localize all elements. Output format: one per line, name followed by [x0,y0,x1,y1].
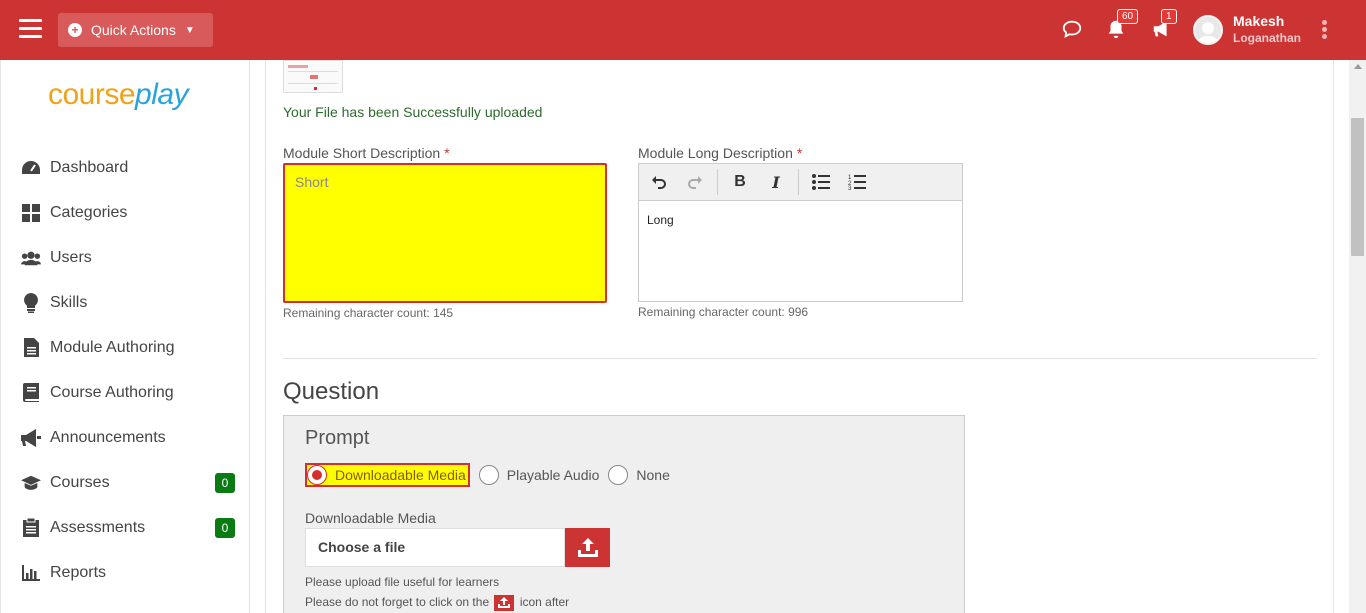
sidebar-item-label: Announcements [50,428,166,446]
radio-playable-audio[interactable]: Playable Audio [478,463,600,487]
short-description-textarea[interactable]: Short [283,163,607,303]
toolbar-divider [717,169,718,195]
scrollbar-thumb[interactable] [1351,118,1364,256]
quick-actions-label: Quick Actions [91,22,176,38]
italic-icon[interactable]: I [762,168,790,196]
downloadable-media-label: Downloadable Media [305,510,436,526]
bold-icon[interactable]: B [726,168,754,196]
sidebar-item-dashboard[interactable]: Dashboard [1,145,249,190]
sidebar-item-reports[interactable]: Reports [1,550,249,595]
sidebar-item-assessments[interactable]: Assessments 0 [1,505,249,550]
hamburger-menu-icon[interactable] [19,19,42,39]
numbered-list-icon[interactable]: 123 [843,168,871,196]
long-description-remaining: Remaining character count: 996 [638,305,809,319]
sidebar-item-label: Courses [50,473,110,491]
radio-label: None [636,467,670,483]
sidebar-item-label: Assessments [50,518,146,536]
sidebar-item-label: Module Authoring [50,338,175,356]
announcements-badge: 1 [1161,9,1177,24]
prompt-heading: Prompt [305,427,370,449]
bullet-list-icon[interactable] [807,168,835,196]
sidebar-item-label: Reports [50,563,107,581]
user-last-name[interactable]: Loganathan [1233,31,1301,45]
top-bar: + Quick Actions ▼ 60 1 Makesh Loganathan [0,0,1366,60]
svg-text:3: 3 [848,186,852,190]
lightbulb-icon [21,292,41,313]
short-description-remaining: Remaining character count: 145 [283,306,454,320]
courses-count-badge: 0 [215,473,235,493]
users-icon [21,248,41,268]
chevron-down-icon: ▼ [184,24,195,36]
sidebar-item-label: Users [50,248,92,266]
uploaded-file-thumbnail [283,60,343,93]
required-marker: * [444,145,450,161]
chat-icon[interactable] [1061,18,1085,42]
sidebar-nav: Dashboard Categories Users Skills Module… [1,145,249,595]
long-description-editor: B I 123 Long [638,163,963,302]
sidebar-item-module-authoring[interactable]: Module Authoring [1,325,249,370]
choose-file-input[interactable]: Choose a file [305,528,565,567]
clipboard-icon [21,518,41,538]
sidebar-item-course-authoring[interactable]: Course Authoring [1,370,249,415]
grid-icon [21,203,41,223]
file-icon [21,338,41,358]
radio-label: Playable Audio [506,467,600,483]
quick-actions-button[interactable]: + Quick Actions ▼ [58,13,213,47]
question-heading: Question [283,378,380,405]
radio-downloadable-media[interactable]: Downloadable Media [305,463,470,487]
long-description-content[interactable]: Long [639,201,962,239]
radio-button[interactable] [307,465,327,485]
editor-toolbar: B I 123 [639,164,962,201]
scrollbar[interactable] [1349,60,1366,613]
graduation-cap-icon [21,473,41,493]
megaphone-icon [21,428,41,448]
sidebar-item-categories[interactable]: Categories [1,190,249,235]
radio-label: Downloadable Media [335,467,466,483]
upload-success-message: Your File has been Successfully uploaded [283,104,543,120]
radio-none[interactable]: None [608,463,670,487]
courseplay-logo[interactable]: courseplay [48,78,189,112]
bullhorn-icon[interactable]: 1 [1150,9,1177,42]
radio-button[interactable] [478,465,499,485]
scroll-up-arrow-icon[interactable] [1354,64,1362,69]
bell-icon[interactable]: 60 [1105,9,1139,42]
long-description-label: Module Long Description * [638,145,803,161]
sidebar-item-label: Course Authoring [50,383,174,401]
dashboard-icon [21,158,41,178]
upload-button[interactable] [565,528,610,567]
sidebar-item-users[interactable]: Users [1,235,249,280]
plus-circle-icon: + [68,23,82,37]
sidebar-item-label: Dashboard [50,158,129,176]
toolbar-divider [798,169,799,195]
undo-icon[interactable] [645,168,673,196]
assessments-count-badge: 0 [215,518,235,538]
section-divider [283,358,1317,359]
sidebar-item-label: Categories [50,203,128,221]
upload-reminder-text: Please do not forget to click on the ico… [305,595,570,611]
sidebar-item-skills[interactable]: Skills [1,280,249,325]
upload-icon [494,595,515,611]
user-first-name[interactable]: Makesh [1233,13,1284,29]
bar-chart-icon [21,563,41,583]
sidebar-item-announcements[interactable]: Announcements [1,415,249,460]
avatar[interactable] [1193,15,1223,45]
book-icon [21,383,41,403]
upload-icon [577,537,598,557]
kebab-menu-icon[interactable] [1322,20,1328,41]
radio-button[interactable] [608,465,629,485]
sidebar: courseplay Dashboard Categories Users Sk… [0,60,250,613]
upload-help-text: Please upload file useful for learners [305,575,500,589]
notifications-badge: 60 [1117,9,1139,24]
main-content: Your File has been Successfully uploaded… [265,60,1334,613]
sidebar-item-courses[interactable]: Courses 0 [1,460,249,505]
required-marker: * [796,145,803,161]
short-description-label: Module Short Description * [283,145,450,161]
prompt-type-radio-group: Downloadable Media Playable Audio None [305,463,679,487]
sidebar-item-label: Skills [50,293,88,311]
redo-icon[interactable] [681,168,709,196]
prompt-panel: Prompt Downloadable Media Playable Audio… [283,415,965,613]
